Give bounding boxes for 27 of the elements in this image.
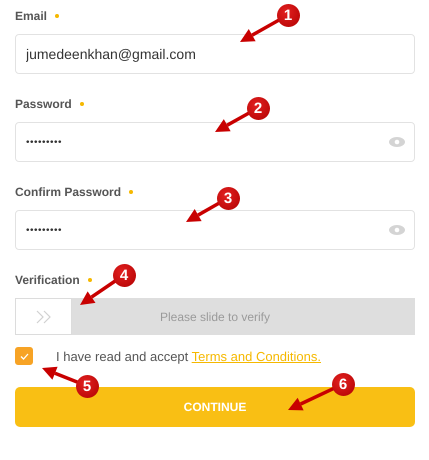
number-badge: 3 — [216, 186, 240, 210]
field-label: Confirm Password — [15, 185, 122, 199]
annotation-arrow — [240, 18, 280, 42]
email-field[interactable]: jumedeenkhan@gmail.com — [15, 34, 415, 74]
number-badge: 1 — [276, 4, 300, 26]
field-label: Verification — [15, 273, 80, 287]
field-label: Password — [15, 97, 72, 111]
annotation-arrow — [42, 366, 78, 384]
number-badge: 5 — [76, 374, 98, 398]
number-badge: 4 — [112, 264, 136, 286]
check-icon — [20, 352, 28, 360]
field-label: Email — [15, 9, 48, 23]
password-field[interactable]: ••••••••• — [15, 210, 415, 250]
chevrons-icon — [34, 310, 52, 324]
eye-icon[interactable] — [389, 225, 405, 235]
password-field[interactable]: ••••••••• — [15, 122, 415, 162]
slider-hint: Please slide to verify — [160, 310, 270, 324]
eye-icon[interactable] — [389, 137, 405, 147]
slider-handle[interactable] — [15, 298, 72, 335]
annotation-arrow — [80, 279, 117, 305]
agree-checkbox[interactable] — [15, 347, 33, 365]
number-badge: 2 — [246, 96, 270, 120]
annotation-arrow — [215, 111, 250, 132]
annotation-arrow — [288, 386, 335, 410]
annotation-arrow — [186, 201, 220, 222]
agreement-text: I have read and accept Terms and Conditions. — [56, 348, 321, 364]
number-badge: 6 — [332, 372, 354, 396]
